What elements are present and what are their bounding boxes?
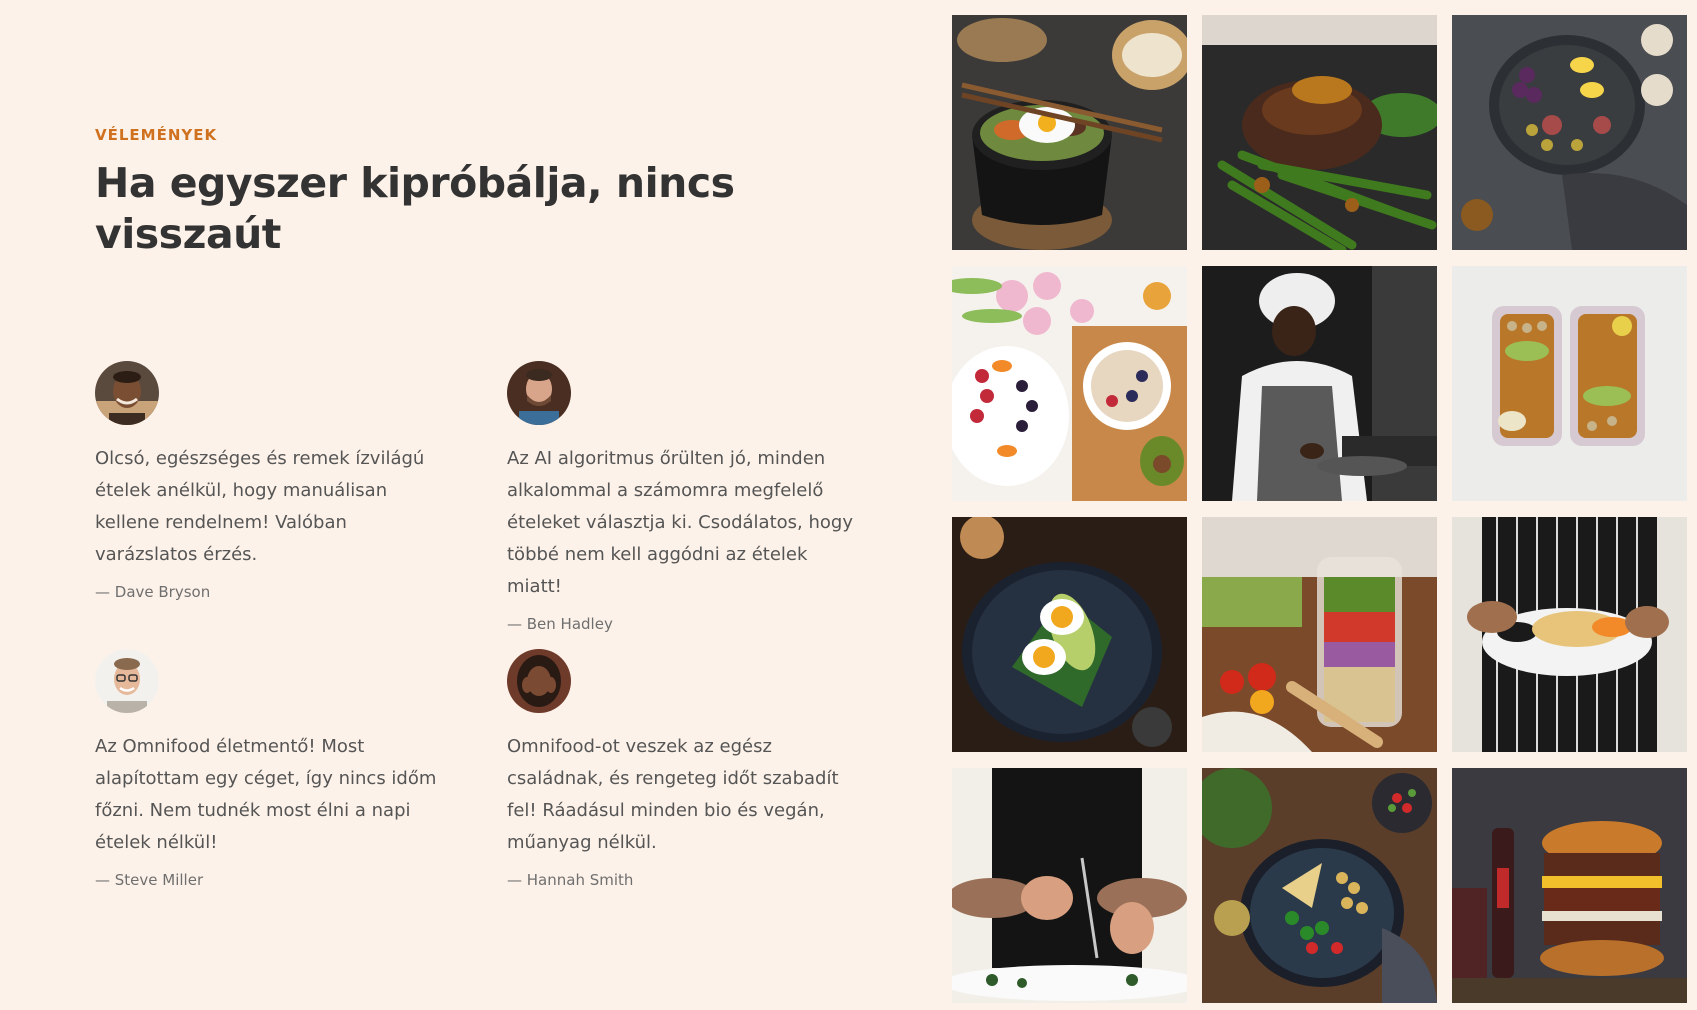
testimonial-card: Olcsó, egészséges és remek ízvilágú étel…: [95, 361, 455, 601]
egg-avocado-toast-photo: [952, 517, 1187, 752]
chef-cooking-photo: [1202, 266, 1437, 501]
testimonial-card: Az Omnifood életmentő! Most alapítottam …: [95, 649, 455, 889]
bibimbap-bowl-photo: [952, 15, 1187, 250]
chef-plating-photo: [952, 768, 1187, 1003]
meal-prep-boxes-photo: [1452, 266, 1687, 501]
testimonial-card: Az AI algoritmus őrülten jó, minden alka…: [507, 361, 867, 633]
avatar-ben: [507, 361, 571, 425]
bibimbap-bowl-photo: [952, 15, 1187, 250]
testimonial-author: — Ben Hadley: [507, 615, 613, 633]
chickpea-salad-bowl-photo: [1202, 768, 1437, 1003]
testimonial-quote: Omnifood-ot veszek az egész családnak, é…: [507, 736, 839, 853]
section-heading: Ha egyszer kipróbálja, nincs visszaút: [95, 159, 735, 258]
testimonial-card: Omnifood-ot veszek az egész családnak, é…: [507, 649, 867, 889]
salad-jar-photo: [1202, 517, 1437, 752]
testimonial-quote: Olcsó, egészséges és remek ízvilágú étel…: [95, 448, 425, 565]
avatar-dave: [95, 361, 159, 425]
avatar-hannah: [507, 649, 571, 713]
testimonial-quote: Az Omnifood életmentő! Most alapítottam …: [95, 736, 437, 853]
burger-stack-photo: [1452, 768, 1687, 1003]
fruit-platter-photo: [1452, 15, 1687, 250]
steak-green-beans-photo: [1202, 15, 1437, 250]
fruit-bowl-photo: [952, 266, 1187, 501]
food-gallery: [952, 15, 1687, 1003]
waiter-plate-photo: [1452, 517, 1687, 752]
testimonial-quote: Az AI algoritmus őrülten jó, minden alka…: [507, 448, 853, 597]
avatar-steve: [95, 649, 159, 713]
testimonial-author: — Hannah Smith: [507, 871, 634, 889]
testimonial-author: — Dave Bryson: [95, 583, 211, 601]
testimonial-author: — Steve Miller: [95, 871, 204, 889]
section-subheading: VÉLEMÉNYEK: [95, 126, 218, 144]
